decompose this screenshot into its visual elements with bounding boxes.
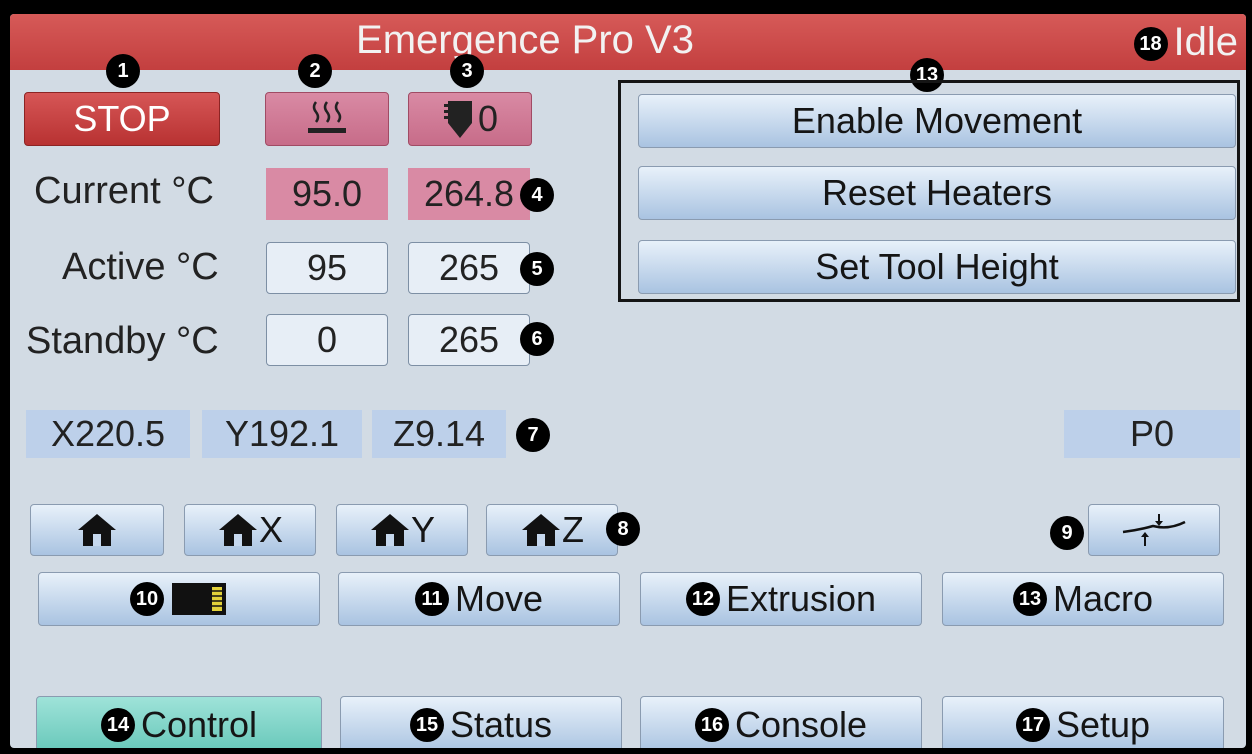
marker-2: 2 <box>298 54 332 88</box>
tab-control[interactable]: 14 Control <box>36 696 322 748</box>
marker-9: 9 <box>1050 516 1084 550</box>
extruder-nozzle-icon <box>443 101 472 138</box>
tab-status-label: Status <box>449 704 553 745</box>
tool-current-temp: 264.8 <box>408 168 530 220</box>
home-icon <box>370 514 409 546</box>
marker-3: 3 <box>450 54 484 88</box>
marker-12: 12 <box>685 582 720 616</box>
tool-number-label: 0 <box>477 98 499 139</box>
mesh-bed-compensation-button[interactable] <box>1088 504 1220 556</box>
sd-card-button[interactable]: 10 <box>38 572 320 626</box>
emergency-stop-button[interactable]: STOP <box>24 92 220 146</box>
marker-7: 7 <box>516 418 550 452</box>
marker-4: 4 <box>520 178 554 212</box>
extrusion-label: Extrusion <box>725 578 877 619</box>
marker-16: 16 <box>694 708 729 742</box>
home-y-label: Y <box>410 509 435 550</box>
x-position: X220.5 <box>26 410 190 458</box>
tab-setup[interactable]: 17 Setup <box>942 696 1224 748</box>
move-button[interactable]: 11 Move <box>338 572 620 626</box>
marker-10: 10 <box>130 582 164 616</box>
marker-8: 8 <box>606 512 640 546</box>
active-temp-label: Active °C <box>62 246 219 288</box>
status-label: Idle <box>1173 20 1239 64</box>
bed-current-temp: 95.0 <box>266 168 388 220</box>
tool-active-temp-field[interactable]: 265 <box>408 242 530 294</box>
enable-movement-button[interactable]: Enable Movement <box>638 94 1236 148</box>
tab-console-label: Console <box>734 704 868 745</box>
tab-status[interactable]: 15 Status <box>340 696 622 748</box>
heated-bed-icon <box>308 101 346 133</box>
sd-card-icon <box>172 583 226 615</box>
reset-heaters-button[interactable]: Reset Heaters <box>638 166 1236 220</box>
title-bar: Emergence Pro V3 18 Idle <box>10 14 1246 70</box>
bed-compensation-icon <box>1122 514 1186 546</box>
tab-console[interactable]: 16 Console <box>640 696 922 748</box>
marker-11: 11 <box>414 582 449 616</box>
home-y-button[interactable]: Y <box>336 504 468 556</box>
probe-value: P0 <box>1064 410 1240 458</box>
home-icon <box>522 514 560 546</box>
bed-heater-button[interactable] <box>265 92 389 146</box>
tab-setup-label: Setup <box>1055 704 1151 745</box>
home-icon <box>78 514 116 546</box>
home-z-button[interactable]: Z <box>486 504 618 556</box>
tool-0-heater-button[interactable]: 0 <box>408 92 532 146</box>
home-x-label: X <box>258 509 283 550</box>
current-temp-label: Current °C <box>34 170 214 212</box>
marker-1: 1 <box>106 54 140 88</box>
machine-status: 18 Idle <box>1133 20 1239 65</box>
marker-15: 15 <box>409 708 444 742</box>
extrusion-button[interactable]: 12 Extrusion <box>640 572 922 626</box>
move-label: Move <box>454 578 544 619</box>
marker-6: 6 <box>520 322 554 356</box>
marker-5: 5 <box>520 252 554 286</box>
home-x-button[interactable]: X <box>184 504 316 556</box>
home-z-label: Z <box>562 509 584 550</box>
macro-label: Macro <box>1052 578 1154 619</box>
tab-control-label: Control <box>140 704 258 745</box>
bed-standby-temp-field[interactable]: 0 <box>266 314 388 366</box>
home-all-button[interactable] <box>30 504 164 556</box>
marker-13: 13 <box>1012 582 1047 616</box>
macro-button[interactable]: 13 Macro <box>942 572 1224 626</box>
marker-17: 17 <box>1015 708 1050 742</box>
standby-temp-label: Standby °C <box>26 320 219 362</box>
y-position: Y192.1 <box>202 410 362 458</box>
bed-active-temp-field[interactable]: 95 <box>266 242 388 294</box>
marker-14: 14 <box>100 708 135 742</box>
marker-18: 18 <box>1133 27 1168 62</box>
set-tool-height-button[interactable]: Set Tool Height <box>638 240 1236 294</box>
touch-screen: Emergence Pro V3 18 Idle 1 2 3 13 STOP 0 … <box>10 14 1246 748</box>
tool-standby-temp-field[interactable]: 265 <box>408 314 530 366</box>
z-position: Z9.14 <box>372 410 506 458</box>
home-icon <box>218 514 257 546</box>
